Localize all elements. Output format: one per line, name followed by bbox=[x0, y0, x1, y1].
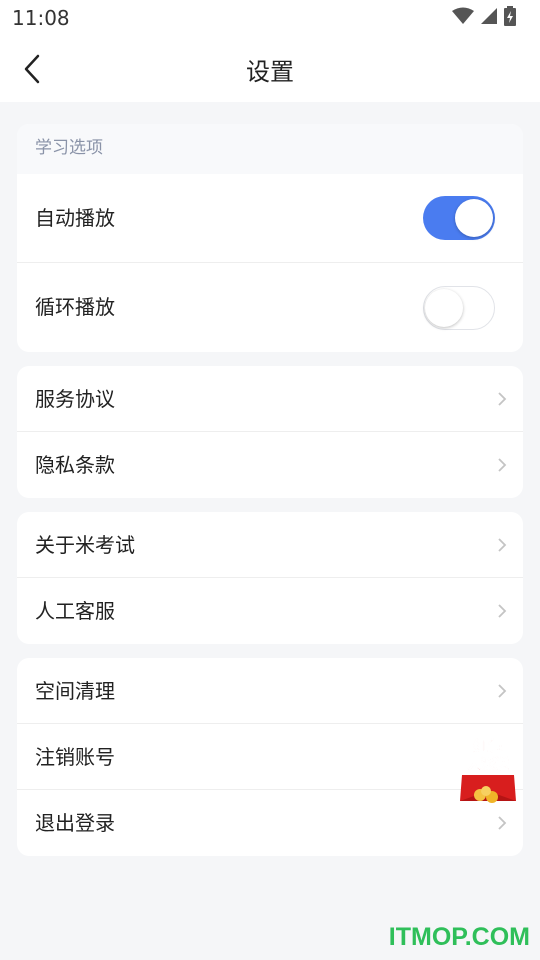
about-card: 关于米考试 人工客服 bbox=[17, 512, 523, 644]
agreements-card: 服务协议 隐私条款 bbox=[17, 366, 523, 498]
chevron-right-icon bbox=[498, 391, 507, 406]
autoplay-label: 自动播放 bbox=[35, 206, 115, 230]
status-bar: 11:08 bbox=[0, 0, 540, 36]
loop-play-toggle[interactable] bbox=[423, 285, 495, 330]
toggle-knob bbox=[425, 288, 463, 327]
status-icons bbox=[452, 6, 516, 26]
promo-line2: 大派送 bbox=[467, 756, 510, 773]
learning-options-card: 学习选项 自动播放 循环播放 bbox=[17, 124, 523, 352]
nav-bar: 设置 bbox=[0, 36, 540, 102]
signal-icon bbox=[481, 8, 497, 24]
autoplay-row[interactable]: 自动播放 bbox=[17, 174, 523, 263]
customer-service-label: 人工客服 bbox=[35, 599, 115, 623]
loop-play-label: 循环播放 bbox=[35, 295, 115, 319]
delete-account-label: 注销账号 bbox=[35, 745, 115, 769]
privacy-terms-label: 隐私条款 bbox=[35, 453, 115, 477]
chevron-right-icon bbox=[498, 604, 507, 618]
delete-account-row[interactable]: 注销账号 bbox=[17, 724, 523, 790]
customer-service-row[interactable]: 人工客服 bbox=[17, 578, 523, 644]
section-header: 学习选项 bbox=[17, 124, 523, 174]
promo-line1: 红包 bbox=[473, 737, 503, 755]
page-title: 设置 bbox=[246, 58, 294, 86]
status-time: 11:08 bbox=[12, 6, 70, 30]
clear-space-row[interactable]: 空间清理 bbox=[17, 658, 523, 724]
battery-charging-icon bbox=[504, 6, 516, 26]
about-row[interactable]: 关于米考试 bbox=[17, 512, 523, 578]
wifi-icon bbox=[452, 7, 474, 24]
watermark: ITMOP.COM bbox=[388, 923, 530, 951]
account-card: 空间清理 注销账号 退出登录 bbox=[17, 658, 523, 856]
service-agreement-label: 服务协议 bbox=[35, 387, 115, 411]
service-agreement-row[interactable]: 服务协议 bbox=[17, 366, 523, 432]
privacy-terms-row[interactable]: 隐私条款 bbox=[17, 432, 523, 498]
about-label: 关于米考试 bbox=[35, 533, 135, 557]
loop-play-row[interactable]: 循环播放 bbox=[17, 263, 523, 352]
toggle-knob bbox=[455, 199, 493, 237]
logout-label: 退出登录 bbox=[35, 811, 115, 835]
chevron-right-icon bbox=[498, 683, 507, 698]
red-packet-promo-icon[interactable]: 红包 大派送 bbox=[456, 733, 520, 809]
chevron-right-icon bbox=[498, 537, 507, 552]
chevron-right-icon bbox=[498, 458, 507, 472]
autoplay-toggle[interactable] bbox=[423, 196, 495, 240]
clear-space-label: 空间清理 bbox=[35, 679, 115, 703]
chevron-right-icon bbox=[498, 816, 507, 830]
logout-row[interactable]: 退出登录 bbox=[17, 790, 523, 856]
